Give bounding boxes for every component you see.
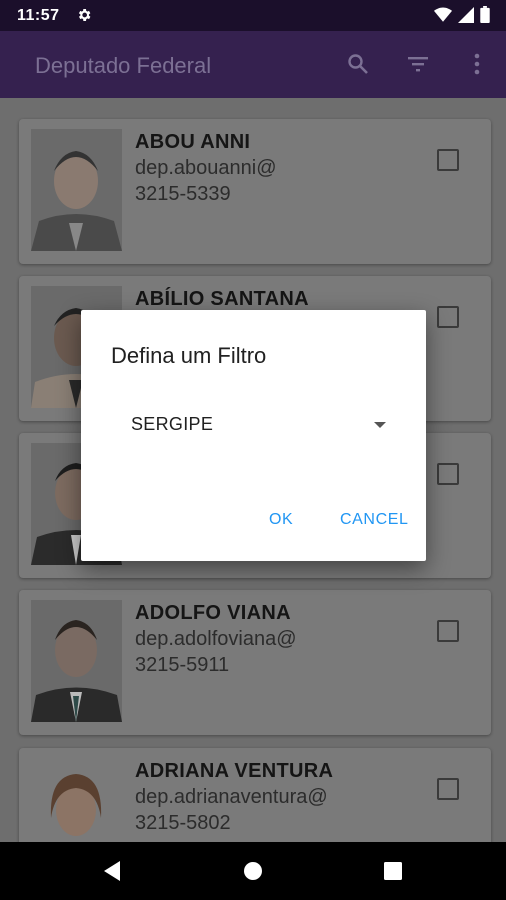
filter-icon[interactable] bbox=[405, 51, 431, 77]
settings-gear-icon bbox=[76, 7, 92, 28]
home-icon[interactable] bbox=[238, 856, 268, 886]
deputy-photo bbox=[31, 129, 122, 251]
select-checkbox[interactable] bbox=[437, 463, 459, 485]
deputy-phone: 3215-5339 bbox=[135, 183, 231, 205]
navigation-bar bbox=[0, 842, 506, 900]
select-checkbox[interactable] bbox=[437, 778, 459, 800]
ok-button[interactable]: OK bbox=[269, 511, 293, 529]
state-dropdown-value: SERGIPE bbox=[131, 414, 214, 434]
deputy-phone: 3215-5802 bbox=[135, 812, 231, 834]
deputy-card[interactable]: ABOU ANNI dep.abouanni@ 3215-5339 bbox=[19, 119, 491, 264]
dialog-title: Defina um Filtro bbox=[111, 343, 267, 368]
status-time: 11:57 bbox=[17, 7, 60, 24]
deputy-phone: 3215-5911 bbox=[135, 654, 230, 676]
deputy-photo bbox=[31, 758, 122, 842]
deputy-name: ADOLFO VIANA bbox=[135, 602, 291, 624]
search-icon[interactable] bbox=[345, 51, 371, 77]
recents-icon[interactable] bbox=[378, 856, 408, 886]
cancel-button[interactable]: CANCEL bbox=[340, 511, 409, 529]
deputy-card[interactable]: ADRIANA VENTURA dep.adrianaventura@ 3215… bbox=[19, 748, 491, 842]
signal-icon bbox=[458, 6, 474, 28]
more-options-icon[interactable] bbox=[464, 51, 490, 77]
back-icon[interactable] bbox=[97, 856, 127, 886]
deputy-card[interactable]: ADOLFO VIANA dep.adolfoviana@ 3215-5911 bbox=[19, 590, 491, 735]
dropdown-arrow-icon bbox=[374, 422, 386, 428]
app-bar: Deputado Federal bbox=[0, 31, 506, 98]
deputy-name: ABÍLIO SANTANA bbox=[135, 288, 309, 310]
deputy-name: ADRIANA VENTURA bbox=[135, 760, 334, 782]
select-checkbox[interactable] bbox=[437, 620, 459, 642]
select-checkbox[interactable] bbox=[437, 306, 459, 328]
select-checkbox[interactable] bbox=[437, 149, 459, 171]
app-title: Deputado Federal bbox=[35, 53, 212, 78]
battery-icon bbox=[480, 6, 490, 28]
deputy-email: dep.adolfoviana@ bbox=[135, 628, 297, 650]
status-bar: 11:57 bbox=[0, 0, 506, 31]
deputy-email: dep.adrianaventura@ bbox=[135, 786, 328, 808]
deputy-email: dep.abouanni@ bbox=[135, 157, 277, 179]
deputy-name: ABOU ANNI bbox=[135, 131, 251, 153]
state-dropdown[interactable]: SERGIPE bbox=[131, 412, 386, 436]
filter-dialog: Defina um Filtro SERGIPE OK CANCEL bbox=[81, 310, 426, 561]
wifi-icon bbox=[434, 7, 452, 28]
deputy-photo bbox=[31, 600, 122, 722]
